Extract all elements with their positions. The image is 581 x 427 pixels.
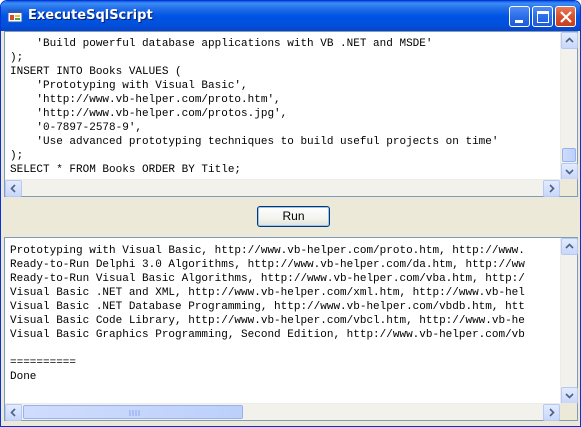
chevron-up-icon	[565, 243, 574, 249]
scroll-up-button[interactable]	[561, 238, 578, 255]
script-line: SELECT * FROM Books ORDER BY Title;	[10, 164, 242, 176]
app-window-icon[interactable]	[7, 8, 23, 24]
results-textbox[interactable]: Prototyping with Visual Basic, http://ww…	[4, 237, 578, 421]
chevron-right-icon	[549, 408, 555, 417]
scrollbar-corner	[560, 403, 577, 420]
result-line: Prototyping with Visual Basic, http://ww…	[10, 245, 525, 257]
script-line: );	[10, 52, 24, 64]
result-line: Ready-to-Run Delphi 3.0 Algorithms, http…	[10, 259, 525, 271]
result-line: Visual Basic Code Library, http://www.vb…	[10, 315, 525, 327]
results-vertical-scrollbar[interactable]	[560, 238, 578, 404]
result-line: Visual Basic Graphics Programming, Secon…	[10, 329, 525, 341]
result-line: ==========	[10, 357, 77, 369]
script-line: INSERT INTO Books VALUES (	[10, 66, 182, 78]
minimize-icon	[515, 20, 523, 23]
script-line: 'http://www.vb-helper.com/proto.htm',	[10, 94, 281, 106]
scroll-left-button[interactable]	[5, 404, 22, 421]
result-line: Visual Basic .NET Database Programming, …	[10, 301, 525, 313]
script-line: '0-7897-2578-9',	[10, 122, 143, 134]
scroll-right-button[interactable]	[543, 404, 560, 421]
maximize-button[interactable]	[532, 6, 553, 27]
result-line	[10, 342, 559, 356]
result-line: Ready-to-Run Visual Basic Algorithms, ht…	[10, 273, 525, 285]
chevron-down-icon	[565, 169, 574, 175]
title-bar[interactable]: ExecuteSqlScript	[1, 1, 580, 31]
script-line: );	[10, 150, 24, 162]
result-line: Done	[10, 371, 37, 383]
scroll-thumb[interactable]	[562, 148, 576, 162]
results-horizontal-scrollbar[interactable]	[5, 403, 560, 421]
script-horizontal-scrollbar[interactable]	[5, 179, 560, 197]
close-button[interactable]	[555, 6, 576, 27]
scroll-right-button[interactable]	[543, 180, 560, 197]
sql-script-textbox[interactable]: 'Build powerful database applications wi…	[4, 31, 578, 197]
grip-icon	[129, 410, 140, 416]
chevron-up-icon	[565, 37, 574, 43]
chevron-right-icon	[549, 184, 555, 193]
scroll-down-button[interactable]	[561, 163, 578, 180]
maximize-icon	[537, 11, 549, 23]
script-line: 'Prototyping with Visual Basic',	[10, 80, 248, 92]
script-vertical-scrollbar[interactable]	[560, 32, 578, 181]
scrollbar-corner	[560, 179, 577, 196]
chevron-left-icon	[10, 184, 16, 193]
close-icon	[560, 11, 572, 23]
script-line: 'Use advanced prototyping techniques to …	[10, 136, 499, 148]
script-line: 'Build powerful database applications wi…	[10, 38, 433, 50]
app-window: ExecuteSqlScript 'Build powerful databas…	[0, 0, 581, 427]
scroll-thumb[interactable]	[23, 405, 243, 419]
minimize-button[interactable]	[509, 6, 530, 27]
chevron-left-icon	[10, 408, 16, 417]
scroll-left-button[interactable]	[5, 180, 22, 197]
run-button[interactable]: Run	[257, 206, 330, 227]
sql-script-text[interactable]: 'Build powerful database applications wi…	[10, 37, 559, 181]
script-line: 'http://www.vb-helper.com/protos.jpg',	[10, 108, 288, 120]
window-title: ExecuteSqlScript	[28, 8, 153, 23]
scroll-down-button[interactable]	[561, 387, 578, 404]
chevron-down-icon	[565, 393, 574, 399]
scroll-up-button[interactable]	[561, 32, 578, 49]
results-text[interactable]: Prototyping with Visual Basic, http://ww…	[10, 244, 559, 404]
result-line: Visual Basic .NET and XML, http://www.vb…	[10, 287, 525, 299]
